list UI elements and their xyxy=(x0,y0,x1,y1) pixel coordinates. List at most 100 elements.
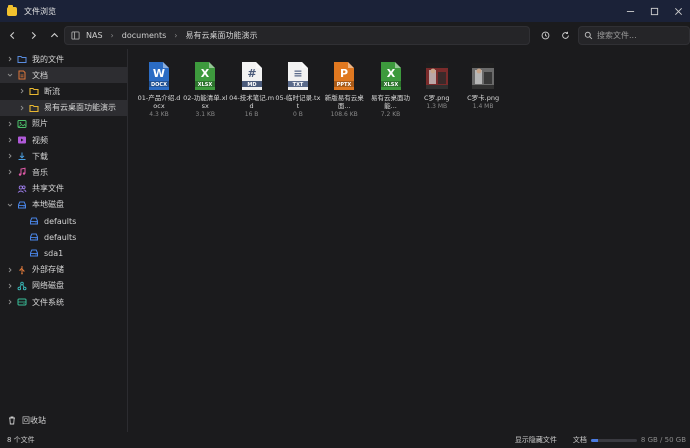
svg-text:DOCX: DOCX xyxy=(151,82,167,88)
chevron-down-icon[interactable] xyxy=(6,71,14,79)
sidebar-item[interactable]: 音乐 xyxy=(0,164,127,180)
sidebar-item-label: 音乐 xyxy=(32,167,48,177)
file-item[interactable]: X XLSX 易有云桌面功能... 7.2 KB xyxy=(368,61,414,118)
disk-icon xyxy=(29,248,39,258)
file-name: 05-临时记录.txt xyxy=(275,94,321,110)
navigation-bar: NAS › documents › 易有云桌面功能演示 xyxy=(0,22,690,49)
chevron-down-icon[interactable] xyxy=(6,201,14,209)
sidebar: 我的文件 文档 断流易有云桌面功能演示照片视频 下载音乐共享文件本地磁盘 default… xyxy=(0,49,128,432)
breadcrumb-item-current[interactable]: 易有云桌面功能演示 xyxy=(185,30,257,41)
storage-usage: 8 GB / 50 GB xyxy=(640,436,686,444)
breadcrumb-item-nas[interactable]: NAS xyxy=(86,31,103,40)
breadcrumb-separator-icon: › xyxy=(174,31,178,40)
back-button[interactable] xyxy=(3,27,21,45)
sidebar-item-label: 照片 xyxy=(32,119,48,129)
sidebar-item-label: 易有云桌面功能演示 xyxy=(44,103,116,113)
sidebar-item[interactable]: 照片 xyxy=(0,116,127,132)
file-size: 4.3 KB xyxy=(149,111,169,118)
sidebar-item[interactable]: 下载 xyxy=(0,148,127,164)
svg-text:≡: ≡ xyxy=(293,67,302,80)
status-bar: 8 个文件 显示隐藏文件 文档 8 GB / 50 GB xyxy=(0,432,690,448)
minimize-button[interactable] xyxy=(618,0,642,22)
chevron-right-icon[interactable] xyxy=(6,282,14,290)
sidebar-item[interactable]: 易有云桌面功能演示 xyxy=(0,99,127,116)
chevron-right-icon[interactable] xyxy=(6,55,14,63)
chevron-up-icon xyxy=(50,32,58,38)
search-input[interactable] xyxy=(597,31,687,40)
file-item[interactable]: # MD 04-技术笔记.md 16 B xyxy=(229,61,275,118)
chevron-right-icon[interactable] xyxy=(6,266,14,274)
up-button[interactable] xyxy=(45,27,63,45)
chevron-right-icon[interactable] xyxy=(6,120,14,128)
file-grid: W DOCX 01-产品介绍.docx 4.3 KB X XLSX 02-功能清单… xyxy=(129,49,690,432)
hdd-icon xyxy=(17,297,27,307)
svg-text:P: P xyxy=(340,67,348,80)
file-browser-window: 文件浏览 NAS › documents › 易有云桌面功能演示 搜索文件...… xyxy=(0,0,690,448)
maximize-button[interactable] xyxy=(642,0,666,22)
chevron-right-icon[interactable] xyxy=(6,136,14,144)
file-item[interactable]: X XLSX 02-功能清单.xlsx 3.1 KB xyxy=(182,61,228,118)
sidebar-item-label: 文件系统 xyxy=(32,297,64,307)
breadcrumb-item-documents[interactable]: documents xyxy=(122,31,167,40)
search-box[interactable] xyxy=(578,26,690,45)
chevron-right-icon[interactable] xyxy=(18,104,26,112)
sidebar-item-trash[interactable]: 回收站 xyxy=(0,413,127,427)
toolbar-right xyxy=(534,26,690,45)
sidebar-item[interactable]: 外部存储 xyxy=(0,262,127,278)
svg-text:MD: MD xyxy=(247,82,256,88)
sidebar-item-label: 外部存储 xyxy=(32,265,64,275)
sidebar-item[interactable]: 网络磁盘 xyxy=(0,278,127,294)
history-button[interactable] xyxy=(536,27,554,45)
sidebar-item[interactable]: 断流 xyxy=(0,83,127,99)
sidebar-item[interactable]: 我的文件 xyxy=(0,51,127,67)
sidebar-item[interactable]: 视频 xyxy=(0,132,127,148)
file-size: 1.3 MB xyxy=(426,103,448,110)
disk-icon xyxy=(17,200,27,210)
minimize-icon xyxy=(626,10,634,12)
file-size: 16 B xyxy=(244,111,259,118)
breadcrumb: NAS › documents › 易有云桌面功能演示 xyxy=(64,26,530,45)
file-item[interactable]: ≡ TXT 05-临时记录.txt 0 B xyxy=(275,61,321,118)
file-item[interactable]: C罗.png 1.3 MB xyxy=(414,61,460,110)
file-size: 1.4 MB xyxy=(472,103,494,110)
file-name: 02-功能清单.xlsx xyxy=(183,94,228,110)
music-icon xyxy=(17,167,27,177)
forward-button[interactable] xyxy=(24,27,42,45)
sidebar-item[interactable]: defaults xyxy=(0,213,127,229)
svg-text:TXT: TXT xyxy=(293,82,304,88)
sidebar-item[interactable]: 共享文件 xyxy=(0,181,127,197)
chevron-left-icon xyxy=(9,31,14,40)
folder-outline-icon xyxy=(17,54,27,64)
video-icon xyxy=(17,135,27,145)
chevron-right-icon[interactable] xyxy=(6,298,14,306)
chevron-right-icon[interactable] xyxy=(18,87,26,95)
sidebar-item-label: defaults xyxy=(44,232,77,242)
file-name: 易有云桌面功能... xyxy=(371,94,410,110)
close-button[interactable] xyxy=(666,0,690,22)
chevron-right-icon[interactable] xyxy=(6,168,14,176)
file-name: C罗.png xyxy=(424,94,450,102)
refresh-button[interactable] xyxy=(556,27,574,45)
storage-icon xyxy=(71,31,80,40)
disk-icon xyxy=(29,232,39,242)
sidebar-item[interactable]: 文档 xyxy=(0,67,127,84)
file-item[interactable]: C罗卡.png 1.4 MB xyxy=(460,61,506,110)
sidebar-item[interactable]: sda1 xyxy=(0,245,127,261)
chevron-right-icon[interactable] xyxy=(6,152,14,160)
search-icon xyxy=(584,31,593,40)
sidebar-item[interactable]: 本地磁盘 xyxy=(0,197,127,213)
sidebar-item-label: 网络磁盘 xyxy=(32,281,64,291)
show-hidden-toggle[interactable]: 显示隐藏文件 xyxy=(515,435,557,445)
file-type-icon: W DOCX xyxy=(147,61,171,91)
sidebar-item-label: defaults xyxy=(44,216,77,226)
sidebar-item[interactable]: defaults xyxy=(0,229,127,245)
file-item[interactable]: P PPTX 新版易有云桌面... 108.6 KB xyxy=(321,61,367,118)
sidebar-item-label: 本地磁盘 xyxy=(32,200,64,210)
file-type-icon: ≡ TXT xyxy=(286,61,310,91)
usb-icon xyxy=(17,265,27,275)
sidebar-item[interactable]: 文件系统 xyxy=(0,294,127,310)
file-item[interactable]: W DOCX 01-产品介绍.docx 4.3 KB xyxy=(136,61,182,118)
file-type-icon: X XLSX xyxy=(193,61,217,91)
